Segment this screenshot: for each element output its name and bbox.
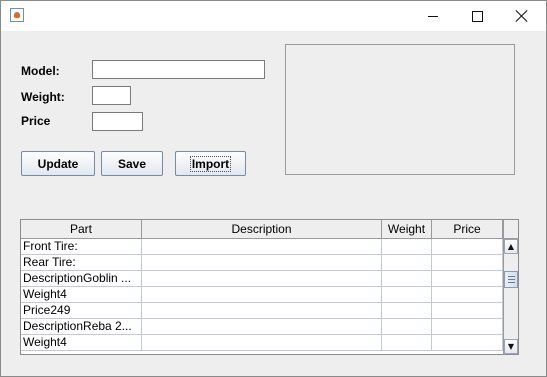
parts-table[interactable]: Part Description Weight Price Front Tire… <box>20 219 519 355</box>
cell-weight[interactable] <box>382 303 432 318</box>
weight-label: Weight: <box>21 90 65 104</box>
cell-weight[interactable] <box>382 255 432 270</box>
table-body: Front Tire: Rear Tire: DescriptionGoblin… <box>21 239 503 351</box>
table-header-corner <box>503 220 518 239</box>
column-header-description[interactable]: Description <box>142 220 382 238</box>
cell-part[interactable]: Weight4 <box>21 335 142 350</box>
model-label: Model: <box>21 64 60 78</box>
maximize-icon <box>471 10 483 22</box>
import-button-label: Import <box>189 155 232 172</box>
grip-line <box>507 279 515 280</box>
cell-price[interactable] <box>432 335 503 350</box>
scrollbar-thumb[interactable] <box>504 271 518 288</box>
title-bar[interactable] <box>1 1 546 31</box>
app-window: Model: Weight: Price Update Save Import … <box>0 0 547 377</box>
minimize-icon <box>428 15 438 17</box>
weight-input[interactable] <box>92 86 131 105</box>
cell-part[interactable]: Rear Tire: <box>21 255 142 270</box>
cell-price[interactable] <box>432 303 503 318</box>
update-button[interactable]: Update <box>21 151 95 176</box>
scroll-up-arrow-icon[interactable]: ▲ <box>504 239 518 254</box>
column-header-price[interactable]: Price <box>432 220 503 238</box>
cell-part[interactable]: Price249 <box>21 303 142 318</box>
import-button[interactable]: Import <box>175 151 246 176</box>
price-input[interactable] <box>92 112 143 131</box>
cell-part[interactable]: DescriptionReba 2... <box>21 319 142 334</box>
table-row[interactable]: Weight4 <box>21 335 503 351</box>
cell-price[interactable] <box>432 319 503 334</box>
table-header: Part Description Weight Price <box>21 220 503 239</box>
cell-part[interactable]: Front Tire: <box>21 239 142 254</box>
price-label: Price <box>21 114 51 128</box>
table-row[interactable]: Front Tire: <box>21 239 503 255</box>
cell-part[interactable]: Weight4 <box>21 287 142 302</box>
cell-weight[interactable] <box>382 287 432 302</box>
table-row[interactable]: DescriptionReba 2... <box>21 319 503 335</box>
cell-description[interactable] <box>142 255 382 270</box>
scroll-down-arrow-icon[interactable]: ▼ <box>504 339 518 354</box>
cell-price[interactable] <box>432 271 503 286</box>
cell-description[interactable] <box>142 271 382 286</box>
maximize-button[interactable] <box>454 1 500 31</box>
java-app-icon <box>10 8 24 22</box>
cell-price[interactable] <box>432 287 503 302</box>
table-row[interactable]: Weight4 <box>21 287 503 303</box>
cell-weight[interactable] <box>382 335 432 350</box>
cell-description[interactable] <box>142 287 382 302</box>
cell-part[interactable]: DescriptionGoblin ... <box>21 271 142 286</box>
table-vertical-scrollbar[interactable]: ▲ ▼ <box>503 239 518 354</box>
cell-weight[interactable] <box>382 319 432 334</box>
grip-line <box>507 276 515 277</box>
cell-weight[interactable] <box>382 239 432 254</box>
save-button-label: Save <box>117 156 147 171</box>
close-button[interactable] <box>499 1 545 31</box>
cell-description[interactable] <box>142 319 382 334</box>
grip-line <box>507 282 515 283</box>
save-button[interactable]: Save <box>101 151 163 176</box>
update-button-label: Update <box>37 156 79 171</box>
cell-price[interactable] <box>432 255 503 270</box>
cell-description[interactable] <box>142 239 382 254</box>
model-input[interactable] <box>92 60 265 79</box>
column-header-weight[interactable]: Weight <box>382 220 432 238</box>
cell-weight[interactable] <box>382 271 432 286</box>
cell-price[interactable] <box>432 239 503 254</box>
table-row[interactable]: Rear Tire: <box>21 255 503 271</box>
column-header-part[interactable]: Part <box>21 220 142 238</box>
minimize-button[interactable] <box>410 1 456 31</box>
table-row[interactable]: DescriptionGoblin ... <box>21 271 503 287</box>
cell-description[interactable] <box>142 335 382 350</box>
image-preview-panel <box>285 44 515 175</box>
close-icon <box>516 10 528 22</box>
cell-description[interactable] <box>142 303 382 318</box>
table-row[interactable]: Price249 <box>21 303 503 319</box>
